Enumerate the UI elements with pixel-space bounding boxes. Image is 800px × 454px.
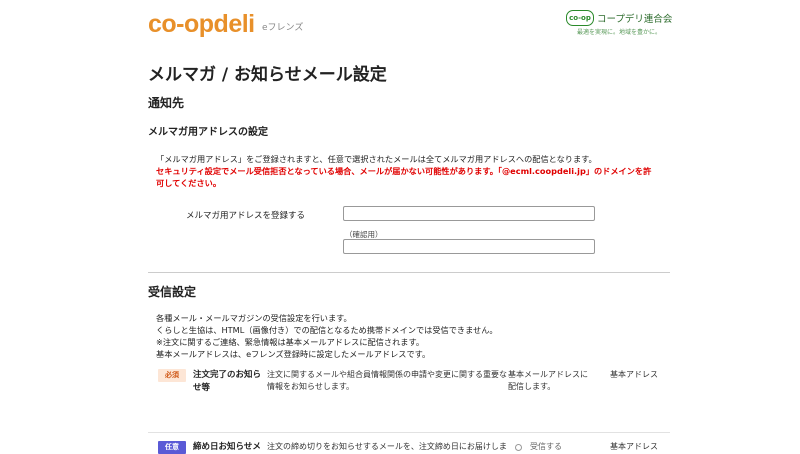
page-title: メルマガ / お知らせメール設定 [148,65,387,85]
row-desc-order-complete-line1: 注文に関するメールや組合員情報関係の申請や変更に関する重要な [267,370,507,379]
required-badge: 必須 [158,369,186,382]
notify-subheading: メルマガ用アドレスの設定 [148,127,268,138]
receive-heading: 受信設定 [148,285,197,299]
email-field-label: メルマガ用アドレスを登録する [186,211,306,221]
notify-heading: 通知先 [148,96,185,110]
receive-desc-line3: ※注文に関するご連絡、緊急情報は基本メールアドレスに配信されます。 [156,337,425,347]
coop-union-name: コープデリ連合会 [597,14,673,25]
notify-warning-line2: 可してください。 [156,178,222,188]
row-divider [148,432,670,433]
row-title-order-complete-line1: 注文完了のお知ら [193,370,262,380]
receive-radio-label: 受信する [530,442,562,451]
row-title-order-complete-line2: せ等 [193,383,211,393]
row-address-type-2: 基本アドレス [610,442,658,451]
row-desc-deadline-notice: 注文の締め切りをお知らせするメールを、注文締め日にお届けしま [267,442,507,451]
row-title-deadline-notice: 締め日お知らせメ [193,442,261,452]
coop-logo-icon: co-op [566,10,594,26]
row-dest-line1: 基本メールアドレスに [508,370,588,379]
notify-description: 「メルマガ用アドレス」をご登録されますと、任意で選択されたメールは全てメルマガ用… [156,154,597,164]
email-field[interactable] [343,206,595,221]
logo-coop-text: co-op [148,10,214,38]
coopdeli-logo[interactable]: co-opdeli [148,12,255,37]
logo-deli-text: deli [213,10,256,38]
receive-desc-line4: 基本メールアドレスは、eフレンズ登録時に設定したメールアドレスです。 [156,349,431,359]
row-dest-line2: 配信します。 [508,382,556,391]
receive-desc-line2: くらしと生協は、HTML（画像付き）での配信となるため携帯ドメインでは受信できま… [156,325,498,335]
section-divider [148,272,670,273]
row-desc-order-complete-line2: 情報をお知らせします。 [267,382,355,391]
receive-desc-line1: 各種メール・メールマガジンの受信設定を行います。 [156,313,352,323]
logo-subtitle: eフレンズ [262,23,304,33]
coop-tagline: 最適を実現に。地域を豊かに。 [577,29,662,36]
row-address-type: 基本アドレス [610,370,658,379]
email-confirm-field[interactable] [343,239,595,254]
notify-warning-line1: セキュリティ設定でメール受信拒否となっている場合、メールが届かない可能性がありま… [156,166,652,176]
optional-badge: 任意 [158,441,186,454]
